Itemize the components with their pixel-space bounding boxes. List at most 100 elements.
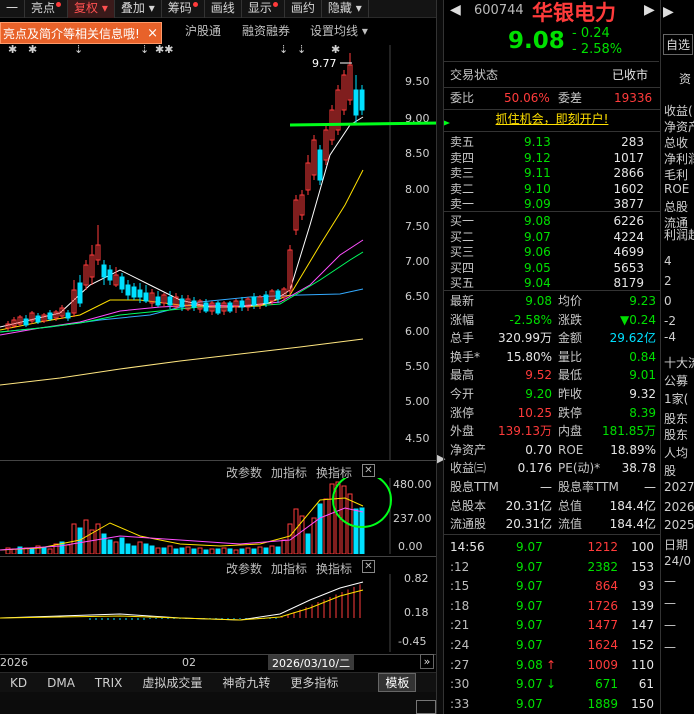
f10-item[interactable]: — [664,618,676,632]
stat-row[interactable]: 最新 9.08 均价 9.23 [444,292,660,311]
set-ma-button[interactable]: 设置均线 ▾ [310,22,368,39]
candle-body [203,302,209,312]
toolbar-hide-button[interactable]: 隐藏 ▾ [322,0,369,18]
open-account-link[interactable]: 抓住机会，即刻开户! [444,110,660,129]
volume-bar [77,527,83,554]
f10-item[interactable]: 十大流 [664,354,694,371]
volume-bar [155,547,161,554]
stat-row[interactable]: 涨停 10.25 跌停 8.39 [444,404,660,423]
f10-item[interactable]: 2 [664,274,672,288]
close-icon[interactable]: × [147,23,158,45]
volume-bar [263,547,269,554]
margin-trading-label[interactable]: 融资融券 [242,22,290,39]
next-icon[interactable]: ▶ [663,4,674,20]
tab-trix[interactable]: TRIX [85,676,132,690]
tick-row[interactable]: :30 9.07 671 61 ↓ [444,675,660,694]
f10-item[interactable]: 股东 [664,410,688,427]
candlestick-chart[interactable]: ✱ ✱ ⇣ ⇣ ✱✱ ⇣ ⇣ ✱ 9.77 [0,45,436,460]
stat-label: 最低 [558,368,583,383]
scrollbar-thumb[interactable] [416,700,436,714]
f10-item[interactable]: 2027 [664,480,694,494]
stat-row[interactable]: 流通股 20.31亿 流值 184.4亿 [444,515,660,534]
f10-item[interactable]: 人均 [664,444,688,461]
toolbar-adjust-button[interactable]: 复权 ▾ [68,0,115,18]
next-stock-icon[interactable]: ▶ [644,2,655,18]
dif-line [0,581,364,621]
stat-row[interactable]: 收益㈢ 0.176 PE(动)* 38.78 [444,459,660,478]
toolbar-chips-button[interactable]: 筹码 [162,0,205,18]
stat-row[interactable]: 涨幅 -2.58% 涨跌 ▼0.24 [444,311,660,330]
stat-value: 9.20 [525,387,552,401]
f10-item[interactable]: — [664,596,676,610]
candle-body [101,264,107,278]
tick-row[interactable]: :21 9.07 1477 147 [444,616,660,635]
stat-row[interactable]: 今开 9.20 昨收 9.32 [444,385,660,404]
f10-item[interactable]: 公募 [664,372,688,389]
volume-bar [161,547,167,554]
f10-item[interactable]: ROE [664,182,689,196]
toolbar-appointment-button[interactable]: 画约 [285,0,322,18]
tick-row[interactable]: :18 9.07 1726 139 [444,597,660,616]
f10-item[interactable]: 24/0 [664,554,691,568]
tick-row[interactable]: :15 9.07 864 93 [444,577,660,596]
tick-row[interactable]: 14:56 9.07 1212 100 [444,538,660,557]
f10-item[interactable]: 利润趋 [664,226,694,243]
volume-bar [191,548,197,554]
tab-virtual-volume[interactable]: 虚拟成交量 [132,674,212,691]
tab-more-indicators[interactable]: 更多指标 [280,674,348,691]
f10-item[interactable]: 1家( [664,390,688,407]
f10-side-tab[interactable]: 资 [679,70,691,87]
volume-bar [317,503,323,554]
f10-item[interactable]: -2 [664,314,676,328]
f10-item[interactable]: — [664,640,676,654]
stat-row[interactable]: 净资产 0.70 ROE 18.89% [444,441,660,460]
stat-row[interactable]: 总股本 20.31亿 总值 184.4亿 [444,497,660,516]
f10-item[interactable]: 0 [664,294,672,308]
f10-item[interactable]: 2026 [664,500,694,514]
add-watchlist-button[interactable]: 自选 [663,34,694,55]
f10-item[interactable]: 毛利 [664,166,688,183]
f10-item[interactable]: 股 [664,462,676,479]
f10-item[interactable]: 净利润 [664,150,694,167]
toolbar-draw-button[interactable]: 画线 [205,0,242,18]
tab-magic-nine[interactable]: 神奇九转 [212,674,280,691]
f10-item[interactable]: 4 [664,254,672,268]
f10-item[interactable]: 股东 [664,426,688,443]
stat-row[interactable]: 最高 9.52 最低 9.01 [444,366,660,385]
prev-stock-icon[interactable]: ◀ [450,2,461,18]
toolbar-overlay-button[interactable]: 叠加 ▾ [115,0,162,18]
toolbar-display-button[interactable]: 显示 [242,0,285,18]
f10-item[interactable]: 2025 [664,518,694,532]
f10-item[interactable]: 日期 [664,536,688,553]
f10-item[interactable]: -4 [664,330,676,344]
tick-price: 9.07 [516,540,543,554]
pane-splitter[interactable]: ▶ [436,0,445,714]
tick-row[interactable]: :12 9.07 2382 153 [444,558,660,577]
vol-close-icon[interactable]: ✕ [362,464,375,477]
f10-item[interactable]: 总收 [664,134,688,151]
toolbar-label: 隐藏 [327,1,352,15]
candle-body [47,312,53,320]
shanghai-connect-label[interactable]: 沪股通 [185,22,221,39]
tab-kd[interactable]: KD [0,676,37,690]
f10-item[interactable]: 总股 [664,198,688,215]
tab-dma[interactable]: DMA [37,676,85,690]
stat-row[interactable]: 换手* 15.80% 量比 0.84 [444,348,660,367]
candle-body [107,269,113,281]
tab-template[interactable]: 模板 [378,673,417,692]
star-marker: ✱ [331,45,340,56]
toolbar-highlights-button[interactable]: 亮点 [25,0,69,18]
macd-close-icon[interactable]: ✕ [362,560,375,573]
tick-row[interactable]: :33 9.07 1889 150 [444,695,660,714]
f10-item[interactable]: 收益( [664,102,693,119]
tick-row[interactable]: :27 9.08 1009 110 ↑ [444,656,660,675]
stat-row[interactable]: 总手 320.99万 金额 29.62亿 [444,329,660,348]
stat-row[interactable]: 外盘 139.13万 内盘 181.85万 [444,422,660,441]
toolbar-menu-button[interactable]: 一 [0,0,26,18]
f10-item[interactable]: — [664,574,676,588]
tick-count: 153 [631,559,654,574]
stat-row[interactable]: 股息TTM — 股息率TTM — [444,478,660,497]
f10-item[interactable]: 净资产 [664,118,694,135]
tick-row[interactable]: :24 9.07 1624 152 [444,636,660,655]
scroll-right-button[interactable]: » [420,654,434,669]
